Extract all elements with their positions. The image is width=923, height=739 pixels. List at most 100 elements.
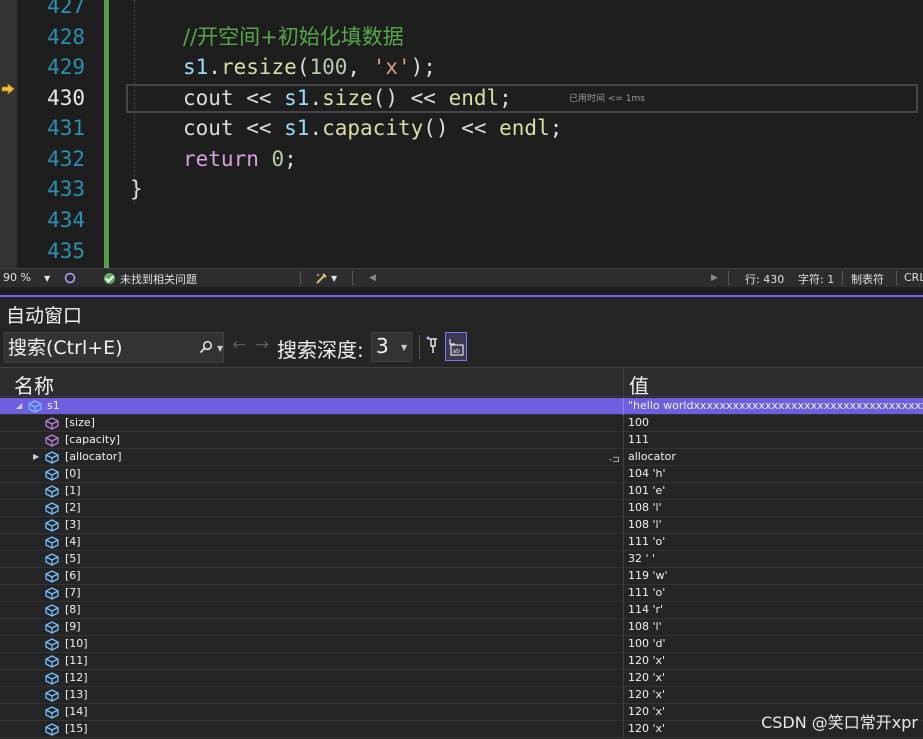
variable-value[interactable]: 111 'o' (628, 585, 923, 601)
variable-value[interactable]: "hello worldxxxxxxxxxxxxxxxxxxxxxxxxxxxx… (628, 398, 923, 414)
variable-value[interactable]: 101 'e' (628, 483, 923, 499)
field-cube-icon (45, 587, 59, 600)
variable-name: [12] (65, 671, 88, 684)
table-row[interactable]: [6] 119 'w' (0, 568, 923, 585)
field-cube-icon (45, 655, 59, 668)
token-function: capacity (322, 116, 424, 140)
autos-grid-body[interactable]: ◢ s1 "hello worldxxxxxxxxxxxxxxxxxxxxxxxxx… (0, 398, 923, 739)
column-resize-handle[interactable] (623, 368, 624, 398)
search-input[interactable] (8, 335, 193, 360)
table-row[interactable]: [9] 108 'l' (0, 619, 923, 636)
variable-value[interactable]: 108 'l' (628, 500, 923, 516)
table-row[interactable]: [3] 108 'l' (0, 517, 923, 534)
table-row[interactable]: [2] 108 'l' (0, 500, 923, 517)
variable-value[interactable]: 100 (628, 415, 923, 431)
table-row[interactable]: [5] 32 ' ' (0, 551, 923, 568)
code-text[interactable]: return 0; (183, 144, 297, 175)
table-row[interactable]: ▶ [allocator] -⊐ allocator (0, 449, 923, 466)
search-depth-select[interactable]: 3 ▼ (371, 332, 412, 362)
variable-value[interactable]: 120 'x' (628, 687, 923, 703)
code-text[interactable]: } (130, 174, 143, 205)
table-row[interactable]: [size] 100 (0, 415, 923, 432)
token-punct: ; (284, 147, 297, 171)
column-header-value[interactable]: 值 (629, 370, 649, 399)
table-row-selected[interactable]: ◢ s1 "hello worldxxxxxxxxxxxxxxxxxxxxxxxxx… (0, 398, 923, 415)
field-cube-icon (45, 604, 59, 617)
search-options-dropdown-icon[interactable]: ▼ (217, 344, 223, 353)
zoom-level[interactable]: 90 % (3, 271, 31, 284)
table-row[interactable]: [7] 111 'o' (0, 585, 923, 602)
variable-value[interactable]: 108 'l' (628, 619, 923, 635)
code-editor[interactable]: 427 428 //开空间+初始化填数据 429 s1.resize(100, … (0, 0, 923, 268)
collapse-arrow-icon[interactable]: ◢ (16, 398, 22, 414)
code-line: 428 //开空间+初始化填数据 (0, 22, 923, 53)
variable-value[interactable]: 32 ' ' (628, 551, 923, 567)
scroll-right-icon[interactable]: ▶ (711, 273, 718, 283)
code-text[interactable]: cout << s1.capacity() << endl; (183, 113, 562, 144)
column-header-name[interactable]: 名称 (14, 370, 54, 399)
column-divider (623, 551, 624, 568)
field-cube-icon (28, 400, 42, 413)
code-comment: //开空间+初始化填数据 (183, 25, 404, 49)
search-box[interactable]: ▼ (4, 332, 224, 363)
hex-display-toggle-button[interactable]: ab (445, 332, 467, 361)
column-divider (623, 619, 624, 636)
search-next-icon[interactable]: → (255, 335, 269, 355)
variable-value[interactable]: allocator (628, 449, 923, 465)
variable-value[interactable]: 120 'x' (628, 670, 923, 686)
variable-name: [9] (65, 620, 81, 633)
autos-window-title[interactable]: 自动窗口 (6, 301, 82, 328)
scroll-left-icon[interactable]: ◀ (369, 273, 376, 283)
editor-status-bar: 90 % ▼ 未找到相关问题 ▼ ◀ ▶ 行: 430 字符: 1 制表符 CR… (0, 268, 923, 287)
eol-indicator[interactable]: CRL (904, 271, 923, 284)
table-row[interactable]: [12] 120 'x' (0, 670, 923, 687)
variable-value[interactable]: 104 'h' (628, 466, 923, 482)
perf-tip[interactable]: 已用时间 <= 1ms (569, 91, 645, 104)
column-indicator[interactable]: 字符: 1 (798, 271, 834, 287)
field-cube-icon (45, 689, 59, 702)
code-cleanup-icon[interactable] (315, 272, 329, 285)
pin-icon[interactable] (425, 336, 441, 356)
table-row[interactable]: [capacity] 111 (0, 432, 923, 449)
token-string: 'x' (372, 55, 411, 79)
token-punct: , (347, 55, 373, 79)
table-row[interactable]: [0] 104 'h' (0, 466, 923, 483)
watermark: CSDN @笑口常开xpr (761, 713, 918, 732)
property-cube-icon (45, 434, 59, 447)
variable-value[interactable]: 114 'r' (628, 602, 923, 618)
zoom-dropdown-icon[interactable]: ▼ (44, 274, 50, 283)
variable-name: [14] (65, 705, 88, 718)
variable-value[interactable]: 111 'o' (628, 534, 923, 550)
line-indicator[interactable]: 行: 430 (745, 271, 784, 287)
table-row[interactable]: [13] 120 'x' (0, 687, 923, 704)
variable-name: [3] (65, 518, 81, 531)
table-row[interactable]: [4] 111 'o' (0, 534, 923, 551)
search-previous-icon[interactable]: ← (232, 335, 246, 355)
code-text[interactable]: //开空间+初始化填数据 (183, 22, 404, 53)
field-cube-icon (45, 451, 59, 464)
expand-arrow-icon[interactable]: ▶ (33, 449, 39, 465)
variable-name: [6] (65, 569, 81, 582)
table-row[interactable]: [11] 120 'x' (0, 653, 923, 670)
table-row[interactable]: [8] 114 'r' (0, 602, 923, 619)
variable-name: [8] (65, 603, 81, 616)
variable-value[interactable]: 119 'w' (628, 568, 923, 584)
variable-value[interactable]: 120 'x' (628, 653, 923, 669)
variable-value[interactable]: 108 'l' (628, 517, 923, 533)
code-text[interactable]: cout << s1.size() << endl; (183, 83, 512, 114)
issues-status[interactable]: 未找到相关问题 (120, 271, 197, 287)
column-divider (623, 687, 624, 704)
cleanup-dropdown-icon[interactable]: ▼ (331, 274, 337, 283)
table-row[interactable]: [1] 101 'e' (0, 483, 923, 500)
search-icon[interactable] (199, 340, 213, 354)
field-cube-icon (45, 502, 59, 515)
copilot-icon[interactable] (64, 272, 76, 284)
code-text[interactable]: s1.resize(100, 'x'); (183, 52, 436, 83)
code-line: 431 cout << s1.capacity() << endl; (0, 113, 923, 144)
field-cube-icon (45, 570, 59, 583)
tabs-indicator[interactable]: 制表符 (851, 271, 884, 287)
table-row[interactable]: [10] 100 'd' (0, 636, 923, 653)
line-number: 429 (47, 55, 85, 79)
variable-value[interactable]: 111 (628, 432, 923, 448)
variable-value[interactable]: 100 'd' (628, 636, 923, 652)
